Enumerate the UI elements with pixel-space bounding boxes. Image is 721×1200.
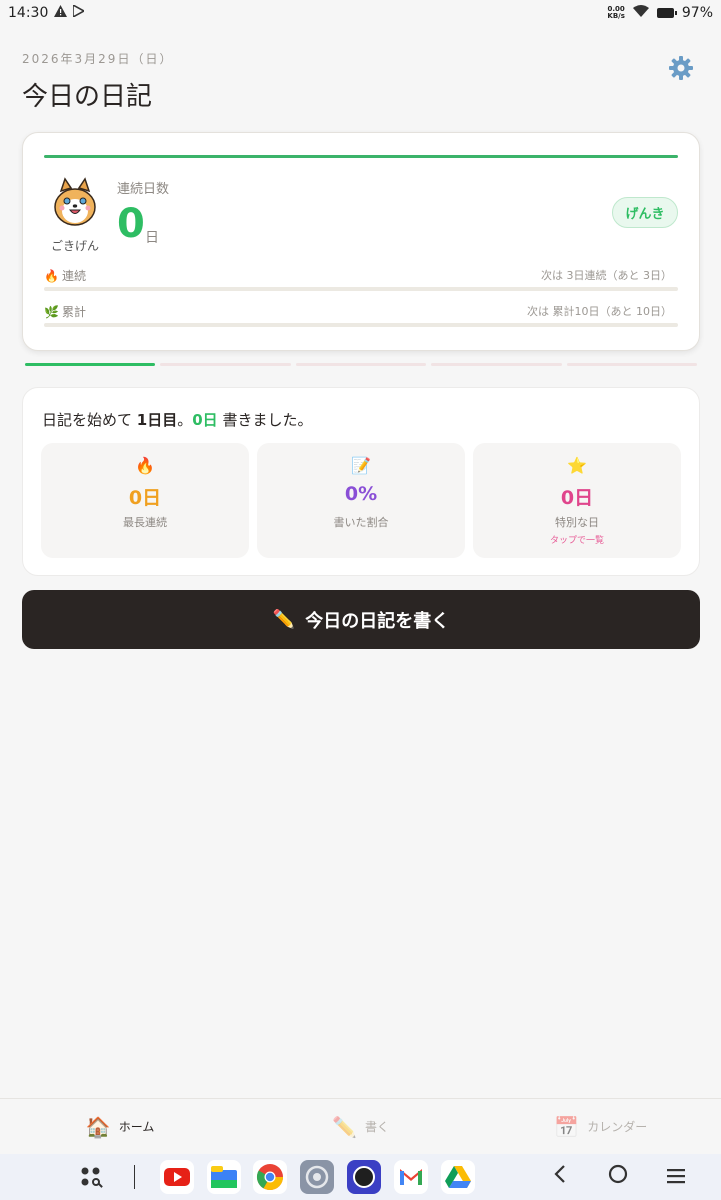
streak-card: ごきげん 連続日数 0 日 げんき 🔥 連続 次は 3日連続（あと 3日） 🌿 … bbox=[22, 132, 700, 351]
stat-value: 0% bbox=[344, 483, 378, 505]
menu-lines-icon bbox=[667, 1165, 685, 1190]
home-button[interactable] bbox=[601, 1160, 635, 1194]
calendar-icon: 📅 bbox=[554, 1114, 580, 1139]
mascot-dog-icon bbox=[51, 177, 99, 227]
home-icon: 🏠 bbox=[85, 1114, 111, 1139]
status-time: 14:30 bbox=[8, 5, 49, 21]
nav-calendar-label: カレンダー bbox=[587, 1120, 648, 1134]
write-diary-button[interactable]: ✏️ 今日の日記を書く bbox=[22, 590, 700, 649]
total-progress-row: 🌿 累計 次は 累計10日（あと 10日） bbox=[44, 303, 678, 327]
nav-home-label: ホーム bbox=[118, 1120, 155, 1134]
summary-day-count: 1日目 bbox=[136, 411, 178, 429]
stat-longest-streak: 🔥 0日 最長連続 bbox=[41, 443, 249, 558]
gear-icon bbox=[668, 55, 694, 85]
chevron-left-icon bbox=[553, 1164, 567, 1190]
pager-segment[interactable] bbox=[25, 363, 156, 366]
summary-text: 日記を始めて 1日目。0日 書きました。 bbox=[42, 409, 312, 430]
gmail-icon[interactable] bbox=[394, 1160, 428, 1194]
mood-label: ごきげん bbox=[50, 239, 99, 253]
stat-special-days[interactable]: ⭐ 0日 特別な日 タップで一覧 bbox=[473, 443, 681, 558]
streak-progress-label: 🔥 連続 bbox=[44, 267, 86, 284]
stat-tap-hint: タップで一覧 bbox=[549, 536, 604, 546]
nav-write[interactable]: ✏️ 書く bbox=[240, 1099, 480, 1154]
leaf-icon: 🌿 bbox=[44, 304, 59, 319]
current-date: 2026年3月29日（日） bbox=[22, 52, 174, 66]
play-store-icon bbox=[72, 3, 87, 21]
pencil-icon: ✏️ bbox=[332, 1114, 357, 1139]
nav-home[interactable]: 🏠 ホーム bbox=[0, 1099, 240, 1154]
system-navigation-bar bbox=[0, 1154, 721, 1200]
stat-caption: 特別な日 bbox=[555, 516, 599, 529]
status-badge: げんき bbox=[612, 197, 678, 228]
streak-progress-label-text: 連続 bbox=[61, 269, 86, 283]
network-speed-unit: KB/s bbox=[607, 12, 625, 20]
streak-value: 0 bbox=[117, 201, 145, 247]
pager-segment[interactable] bbox=[160, 363, 291, 366]
settings-app-icon[interactable] bbox=[300, 1160, 334, 1194]
stat-caption: 書いた割合 bbox=[333, 516, 389, 529]
fire-icon: 🔥 bbox=[44, 268, 59, 283]
memo-icon: 📝 bbox=[351, 456, 371, 475]
streak-progress-track bbox=[44, 287, 678, 291]
write-diary-label: 今日の日記を書く bbox=[305, 610, 450, 632]
pencil-icon: ✏️ bbox=[272, 609, 296, 630]
stat-caption: 最長連続 bbox=[123, 516, 167, 529]
chrome-icon[interactable] bbox=[253, 1160, 287, 1194]
settings-button[interactable] bbox=[667, 56, 695, 84]
card-pager[interactable] bbox=[25, 363, 698, 367]
stat-written-ratio: 📝 0% 書いた割合 bbox=[257, 443, 465, 558]
youtube-icon[interactable] bbox=[160, 1160, 194, 1194]
stat-value: 0日 bbox=[128, 487, 162, 509]
pager-segment[interactable] bbox=[431, 363, 562, 366]
page-title: 今日の日記 bbox=[22, 82, 153, 112]
summary-prefix: 日記を始めて bbox=[42, 411, 137, 429]
stat-value: 0日 bbox=[560, 487, 594, 509]
recents-button[interactable] bbox=[659, 1160, 693, 1194]
battery-level: 97% bbox=[681, 5, 713, 21]
back-button[interactable] bbox=[543, 1160, 577, 1194]
nav-calendar[interactable]: 📅 カレンダー bbox=[481, 1099, 721, 1154]
streak-next-goal: 次は 3日連続（あと 3日） bbox=[541, 269, 672, 282]
summary-written-count: 0日 bbox=[192, 411, 218, 429]
streak-progress-row: 🔥 連続 次は 3日連続（あと 3日） bbox=[44, 267, 678, 291]
app-drawer-icon[interactable] bbox=[74, 1160, 108, 1194]
total-progress-label: 🌿 累計 bbox=[44, 303, 86, 320]
drive-icon[interactable] bbox=[441, 1160, 475, 1194]
camera-icon[interactable] bbox=[347, 1160, 381, 1194]
summary-card: 日記を始めて 1日目。0日 書きました。 🔥 0日 最長連続 📝 0% 書いた割… bbox=[22, 387, 700, 576]
total-progress-track bbox=[44, 323, 678, 327]
files-icon[interactable] bbox=[207, 1160, 241, 1194]
wifi-icon bbox=[632, 5, 649, 21]
bottom-nav: 🏠 ホーム ✏️ 書く 📅 カレンダー bbox=[0, 1098, 721, 1154]
warning-icon bbox=[54, 5, 68, 21]
fire-icon: 🔥 bbox=[135, 456, 155, 475]
streak-unit: 日 bbox=[145, 230, 159, 246]
battery-icon bbox=[656, 8, 677, 18]
nav-write-label: 書く bbox=[364, 1120, 389, 1134]
pager-segment[interactable] bbox=[295, 363, 427, 366]
streak-card-accent-line bbox=[44, 155, 678, 158]
circle-icon bbox=[608, 1164, 628, 1190]
total-progress-label-text: 累計 bbox=[61, 305, 86, 319]
streak-label: 連続日数 bbox=[117, 182, 170, 197]
summary-suffix: 書きました。 bbox=[217, 411, 313, 429]
summary-mid: 。 bbox=[177, 411, 193, 429]
star-icon: ⭐ bbox=[567, 456, 587, 475]
pager-segment[interactable] bbox=[566, 363, 698, 366]
dock-divider bbox=[134, 1165, 135, 1189]
status-bar: 14:30 0.00 KB/s 97% bbox=[0, 0, 721, 26]
network-speed: 0.00 KB/s bbox=[607, 6, 624, 20]
total-next-goal: 次は 累計10日（あと 10日） bbox=[527, 305, 672, 318]
